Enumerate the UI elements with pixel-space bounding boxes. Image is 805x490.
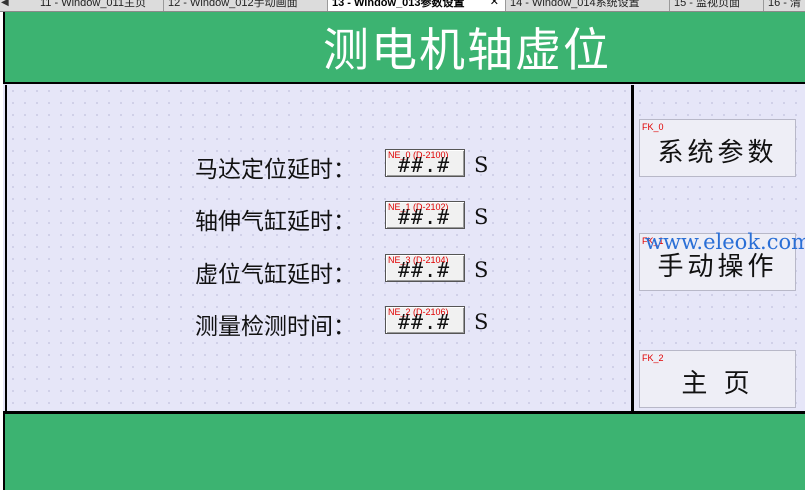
tab-label: 11 - Window_011主页	[40, 0, 146, 9]
param-label-shaft-cylinder-delay: 轴伸气缸延时：	[195, 209, 356, 235]
home-page-button[interactable]: FK_2 主 页	[639, 350, 796, 408]
watermark-text: www.eleok.com	[645, 230, 805, 254]
parameter-panel: 马达定位延时： NE_0 (D-2100) ##.# S 轴伸气缸延时： NE_…	[5, 85, 634, 412]
unit-label: S	[474, 258, 489, 282]
field-value: ##.#	[398, 258, 451, 282]
tab-label: 15 - 监视页面	[674, 0, 741, 9]
system-parameters-button[interactable]: FK_0 系统参数	[639, 119, 796, 177]
header-bar: 测电机轴虚位	[3, 12, 805, 84]
object-tag: FK_2	[642, 353, 664, 363]
tab-window-016[interactable]: 16 - 清	[764, 0, 805, 11]
unit-label: S	[474, 205, 489, 229]
unit-label: S	[474, 310, 489, 334]
tab-label: 16 - 清	[768, 0, 802, 9]
param-label-play-cylinder-delay: 虚位气缸延时：	[195, 262, 356, 288]
param-label-motor-delay: 马达定位延时：	[195, 157, 356, 183]
tab-label: 13 - Window_013参数设置	[332, 0, 465, 9]
tab-label: 14 - Window_014系统设置	[510, 0, 640, 9]
field-value: ##.#	[398, 310, 451, 334]
tab-window-012[interactable]: 12 - Window_012手动画面	[164, 0, 328, 11]
numeric-input-shaft-cylinder-delay[interactable]: NE_1 (D-2102) ##.#	[385, 201, 465, 229]
tab-window-014[interactable]: 14 - Window_014系统设置	[506, 0, 670, 11]
tab-scroll-left-icon[interactable]: ◀	[1, 0, 9, 8]
unit-label: S	[474, 153, 489, 177]
tab-window-013[interactable]: 13 - Window_013参数设置 ✕	[328, 0, 506, 11]
footer-bar	[3, 411, 805, 490]
param-label-measure-time: 测量检测时间：	[195, 314, 356, 340]
field-value: ##.#	[398, 153, 451, 177]
numeric-input-measure-time[interactable]: NE_2 (D-2106) ##.#	[385, 306, 465, 334]
tab-label: 12 - Window_012手动画面	[168, 0, 298, 9]
field-value: ##.#	[398, 205, 451, 229]
document-tab-strip: ◀ 11 - Window_011主页 12 - Window_012手动画面 …	[0, 0, 805, 12]
page-title: 测电机轴虚位	[323, 23, 611, 77]
numeric-input-play-cylinder-delay[interactable]: NE_3 (D-2104) ##.#	[385, 254, 465, 282]
tab-window-011[interactable]: 11 - Window_011主页	[36, 0, 164, 11]
close-icon[interactable]: ✕	[490, 0, 499, 8]
button-label: 主 页	[681, 369, 754, 399]
object-tag: FK_0	[642, 122, 664, 132]
tab-window-015[interactable]: 15 - 监视页面	[670, 0, 764, 11]
numeric-input-motor-delay[interactable]: NE_0 (D-2100) ##.#	[385, 149, 465, 177]
button-label: 系统参数	[657, 138, 778, 168]
